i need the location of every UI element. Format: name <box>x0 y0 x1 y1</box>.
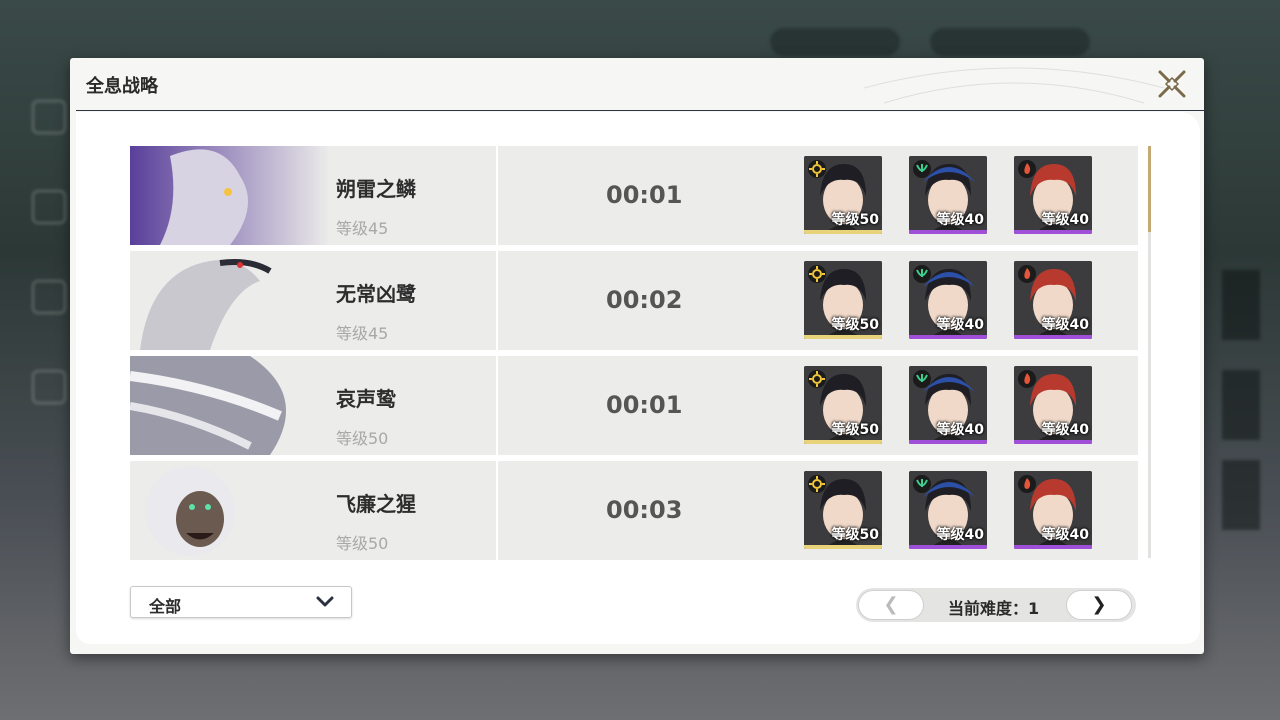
boss-row[interactable]: 朔雷之鳞 等级45 00:01 等级50 等级40 等级40 <box>130 146 1138 245</box>
rarity-bar <box>909 545 987 549</box>
character-level: 等级50 <box>831 212 879 228</box>
team-character-card[interactable]: 等级40 <box>909 471 987 549</box>
character-level: 等级40 <box>936 527 984 543</box>
bg-menu-icon <box>32 190 66 224</box>
rarity-bar <box>1014 335 1092 339</box>
rarity-bar <box>909 230 987 234</box>
boss-portrait <box>130 146 330 245</box>
row-divider <box>496 146 498 245</box>
bg-menu-icon <box>32 370 66 404</box>
scrollbar[interactable] <box>1148 146 1151 558</box>
bg-side-panel <box>1222 460 1260 530</box>
boss-level: 等级50 <box>336 534 389 553</box>
clear-time: 00:01 <box>606 181 683 209</box>
modal-header: 全息战略 <box>70 58 1204 112</box>
holographic-strategy-modal: 全息战略 朔雷之鳞 等级45 00:01 等级50 等级40 等级40 无常凶鹭… <box>70 58 1204 654</box>
next-difficulty-button[interactable]: ❯ <box>1066 590 1132 620</box>
rarity-bar <box>909 440 987 444</box>
team-character-card[interactable]: 等级50 <box>804 261 882 339</box>
fusion-element-icon <box>1018 475 1036 493</box>
filter-selected-value: 全部 <box>149 597 182 616</box>
team-character-card[interactable]: 等级40 <box>909 156 987 234</box>
character-level: 等级40 <box>936 212 984 228</box>
boss-portrait <box>130 251 330 350</box>
character-level: 等级40 <box>1041 422 1089 438</box>
boss-level: 等级50 <box>336 429 389 448</box>
header-deco-lines <box>864 67 1164 104</box>
clear-time: 00:01 <box>606 391 683 419</box>
character-level: 等级40 <box>1041 527 1089 543</box>
character-level: 等级40 <box>1041 212 1089 228</box>
spectro-element-icon <box>808 265 826 283</box>
character-level: 等级50 <box>831 422 879 438</box>
team-character-card[interactable]: 等级40 <box>1014 366 1092 444</box>
fusion-element-icon <box>1018 370 1036 388</box>
team-character-card[interactable]: 等级40 <box>909 261 987 339</box>
aero-element-icon <box>913 475 931 493</box>
character-level: 等级50 <box>831 527 879 543</box>
prev-difficulty-button[interactable]: ❮ <box>858 590 924 620</box>
header-divider <box>76 110 1204 111</box>
team-character-card[interactable]: 等级40 <box>1014 156 1092 234</box>
character-level: 等级50 <box>831 317 879 333</box>
strategy-list: 朔雷之鳞 等级45 00:01 等级50 等级40 等级40 无常凶鹭 等级45… <box>76 112 1200 644</box>
rarity-bar <box>804 335 882 339</box>
difficulty-pager: ❮ 当前难度：1 ❯ <box>856 588 1136 622</box>
chevron-down-icon <box>316 596 334 607</box>
aero-element-icon <box>913 160 931 178</box>
team-character-card[interactable]: 等级50 <box>804 471 882 549</box>
bg-menu-icon <box>32 280 66 314</box>
team-character-card[interactable]: 等级40 <box>1014 471 1092 549</box>
boss-name: 哀声鸷 <box>336 387 396 411</box>
rarity-bar <box>1014 440 1092 444</box>
current-difficulty-label: 当前难度：1 <box>948 599 1040 618</box>
boss-portrait <box>130 356 330 455</box>
close-button[interactable] <box>1154 66 1190 102</box>
aero-element-icon <box>913 370 931 388</box>
rarity-bar <box>1014 230 1092 234</box>
rarity-bar <box>804 230 882 234</box>
boss-name: 飞廉之猩 <box>336 492 416 516</box>
boss-row[interactable]: 哀声鸷 等级50 00:01 等级50 等级40 等级40 <box>130 356 1138 455</box>
boss-name: 朔雷之鳞 <box>336 177 416 201</box>
boss-portrait <box>130 461 330 560</box>
row-divider <box>496 251 498 350</box>
spectro-element-icon <box>808 160 826 178</box>
team-character-card[interactable]: 等级40 <box>1014 261 1092 339</box>
aero-element-icon <box>913 265 931 283</box>
rarity-bar <box>804 440 882 444</box>
clear-time: 00:02 <box>606 286 683 314</box>
fusion-element-icon <box>1018 265 1036 283</box>
boss-row[interactable]: 无常凶鹭 等级45 00:02 等级50 等级40 等级40 <box>130 251 1138 350</box>
fusion-element-icon <box>1018 160 1036 178</box>
team-character-card[interactable]: 等级50 <box>804 156 882 234</box>
row-divider <box>496 461 498 560</box>
clear-time: 00:03 <box>606 496 683 524</box>
bg-menu-icon <box>32 100 66 134</box>
team-character-card[interactable]: 等级40 <box>909 366 987 444</box>
character-level: 等级40 <box>936 317 984 333</box>
bg-currency-pill <box>770 28 900 56</box>
team-character-card[interactable]: 等级50 <box>804 366 882 444</box>
scrollbar-thumb[interactable] <box>1148 146 1151 232</box>
spectro-element-icon <box>808 370 826 388</box>
bg-side-panel <box>1222 370 1260 440</box>
rarity-bar <box>909 335 987 339</box>
character-level: 等级40 <box>1041 317 1089 333</box>
boss-row[interactable]: 飞廉之猩 等级50 00:03 等级50 等级40 等级40 <box>130 461 1138 560</box>
modal-title: 全息战略 <box>86 76 158 97</box>
row-divider <box>496 356 498 455</box>
boss-level: 等级45 <box>336 219 389 238</box>
boss-level: 等级45 <box>336 324 389 343</box>
filter-dropdown[interactable]: 全部 <box>130 586 352 618</box>
bg-stamina-pill <box>930 28 1090 56</box>
close-icon <box>1158 70 1186 98</box>
rarity-bar <box>1014 545 1092 549</box>
boss-name: 无常凶鹭 <box>336 282 416 306</box>
spectro-element-icon <box>808 475 826 493</box>
character-level: 等级40 <box>936 422 984 438</box>
rarity-bar <box>804 545 882 549</box>
bg-side-panel <box>1222 270 1260 340</box>
